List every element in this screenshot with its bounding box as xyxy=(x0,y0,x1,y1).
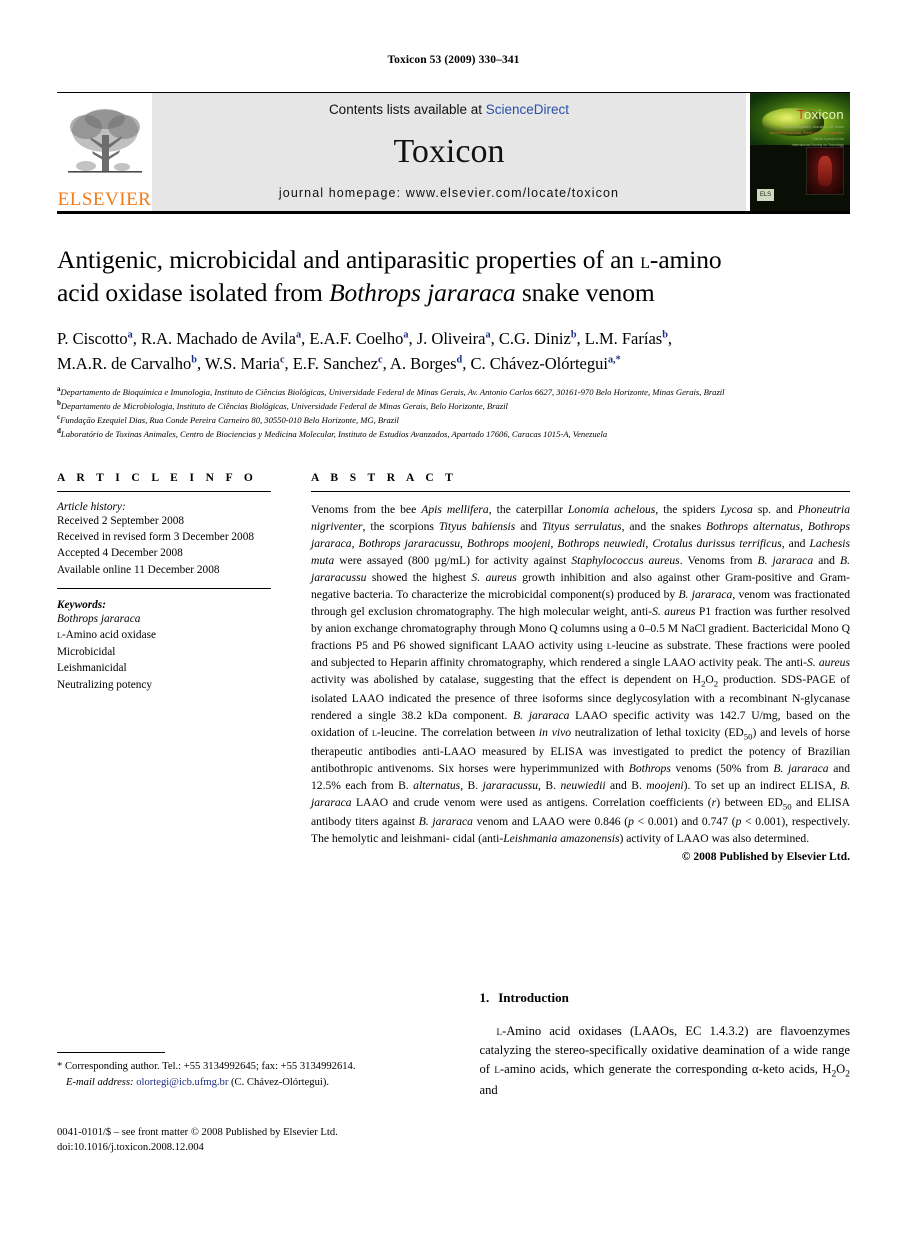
cover-publisher-mark: ELS xyxy=(757,189,774,201)
keyword-item: Bothrops jararaca xyxy=(57,613,141,626)
elsevier-wordmark: ELSEVIER xyxy=(57,189,152,210)
author-item: E.F. Sanchezc xyxy=(292,354,383,374)
divider xyxy=(57,588,271,590)
title-part-1: Antigenic, microbicidal and antiparasiti… xyxy=(57,245,641,274)
title-smallcaps-l: l xyxy=(640,248,650,273)
banner-bottom-rule xyxy=(57,211,850,214)
smallcaps-l: l xyxy=(496,1024,503,1038)
author-list: P. Ciscottoa, R.A. Machado de Avilaa, E.… xyxy=(57,328,673,374)
history-item: Accepted 4 December 2008 xyxy=(57,547,183,560)
title-part-3: acid oxidase isolated from xyxy=(57,277,330,307)
smallcaps-l: l xyxy=(494,1061,500,1076)
author-affil-marker: a xyxy=(485,329,491,341)
info-abstract-columns: A R T I C L E I N F O Article history: R… xyxy=(57,471,851,864)
author-affil-marker: c xyxy=(279,354,285,366)
introduction-paragraph: l-Amino acid oxidases (LAAOs, EC 1.4.3.2… xyxy=(479,1024,851,1098)
running-head: Toxicon 53 (2009) 330–341 xyxy=(387,54,520,66)
author-affil-marker: a,* xyxy=(607,354,621,366)
section-title: Introduction xyxy=(498,990,569,1005)
issn-doi-footer: 0041-0101/$ – see front matter © 2008 Pu… xyxy=(57,1125,338,1156)
title-part-2: -amino xyxy=(649,245,722,274)
author-affil-marker: b xyxy=(570,329,577,341)
article-history-label: Article history: xyxy=(57,500,126,513)
cover-title: Toxicon xyxy=(797,107,844,122)
author-affil-marker: a xyxy=(127,329,133,341)
footnote-text: * Corresponding author. Tel.: +55 313499… xyxy=(57,1059,454,1091)
journal-cover-image: Toxicon An Interdisciplinary Journal on … xyxy=(750,93,850,211)
author-item: P. Ciscottoa xyxy=(57,328,133,348)
sciencedirect-link[interactable]: ScienceDirect xyxy=(486,102,569,117)
abstract-heading: A B S T R A C T xyxy=(311,471,458,484)
author-affil-marker: a xyxy=(296,329,302,341)
affiliation-item: dLaboratório de Toxinas Animales, Centro… xyxy=(57,426,608,439)
author-item: R.A. Machado de Avilaa xyxy=(140,328,302,348)
footnote-star: * xyxy=(57,1061,63,1072)
contents-available-line: Contents lists available at ScienceDirec… xyxy=(329,102,569,117)
introduction-heading: 1. Introduction xyxy=(480,990,851,1006)
author-item: W.S. Mariac xyxy=(204,354,285,374)
history-item: Received 2 September 2008 xyxy=(57,514,185,527)
left-body-column: * Corresponding author. Tel.: +55 313499… xyxy=(57,990,454,1185)
title-species: Bothrops jararaca xyxy=(329,277,516,307)
elsevier-tree-icon xyxy=(67,109,142,173)
paper-page: Toxicon 53 (2009) 330–341 ELSEVIER Conte… xyxy=(0,0,907,1238)
footnote-corresponding: Corresponding author. Tel.: +55 31349926… xyxy=(64,1061,356,1072)
email-label: E-mail address: xyxy=(66,1076,134,1088)
right-body-column: 1. Introduction l-Amino acid oxidases (LA… xyxy=(454,990,851,1185)
article-info-column: A R T I C L E I N F O Article history: R… xyxy=(57,472,311,864)
affiliation-item: bDepartamento de Microbiologia, Institut… xyxy=(57,398,508,411)
divider xyxy=(57,490,271,492)
keyword-item: Microbicidal xyxy=(57,645,116,658)
abstract-text: Venoms from the bee Apis mellifera, the … xyxy=(311,502,851,846)
section-number: 1. xyxy=(479,990,490,1005)
page-title: Antigenic, microbicidal and antiparasiti… xyxy=(57,244,850,310)
article-info-heading: A R T I C L E I N F O xyxy=(57,471,258,484)
author-item: A. Borgesd xyxy=(389,354,463,374)
author-item: C.G. Dinizb xyxy=(498,328,577,348)
author-item: C. Chávez-Olórteguia,* xyxy=(470,354,621,374)
footnote-rule xyxy=(57,1052,165,1053)
body-columns: * Corresponding author. Tel.: +55 313499… xyxy=(57,990,850,1185)
author-item: M.A.R. de Carvalhob xyxy=(57,354,197,374)
affiliation-item: cFundação Ezequiel Dias, Rua Conde Perei… xyxy=(57,412,399,425)
author-affil-marker: d xyxy=(456,354,463,366)
corresponding-author-note: * Corresponding author. Tel.: +55 313499… xyxy=(57,1052,454,1091)
author-affil-marker: b xyxy=(191,354,197,366)
history-item: Available online 11 December 2008 xyxy=(57,563,220,576)
author-affil-marker: c xyxy=(378,354,383,366)
email-suffix: (C. Chávez-Olórtegui). xyxy=(231,1076,329,1088)
journal-title: Toxicon xyxy=(393,132,505,170)
elsevier-logo: ELSEVIER xyxy=(57,93,152,211)
journal-banner: ELSEVIER Contents lists available at Sci… xyxy=(57,92,850,211)
doi-line[interactable]: doi:10.1016/j.toxicon.2008.12.004 xyxy=(57,1140,338,1155)
contents-prefix: Contents lists available at xyxy=(328,102,486,117)
journal-banner-center: Contents lists available at ScienceDirec… xyxy=(152,93,746,211)
author-item: E.A.F. Coelhoa xyxy=(309,328,409,348)
author-affil-marker: a xyxy=(403,329,409,341)
author-affil-marker: b xyxy=(662,329,668,341)
abstract-copyright: © 2008 Published by Elsevier Ltd. xyxy=(681,850,850,864)
author-item: L.M. Faríasb xyxy=(584,328,668,348)
abstract-column: A B S T R A C T Venoms from the bee Apis… xyxy=(311,471,851,864)
keyword-item: l-Amino acid oxidase xyxy=(57,629,157,642)
divider xyxy=(311,490,850,492)
email-link[interactable]: olortegi@icb.ufmg.br xyxy=(136,1077,228,1088)
keyword-item: Neutralizing potency xyxy=(57,678,153,691)
issn-line: 0041-0101/$ – see front matter © 2008 Pu… xyxy=(57,1127,338,1138)
keyword-item: Leishmanicidal xyxy=(57,662,127,675)
title-part-4: snake venom xyxy=(515,277,655,307)
journal-homepage[interactable]: journal homepage: www.elsevier.com/locat… xyxy=(279,186,619,200)
cover-inset-photo xyxy=(806,147,844,195)
keywords-label: Keywords: xyxy=(57,599,106,612)
author-item: J. Oliveiraa xyxy=(416,328,491,348)
affiliation-item: aDepartamento de Bioquímica e Imunologia… xyxy=(57,385,725,397)
affiliation-list: aDepartamento de Bioquímica e Imunologia… xyxy=(57,386,850,442)
history-item: Received in revised form 3 December 2008 xyxy=(57,530,254,543)
